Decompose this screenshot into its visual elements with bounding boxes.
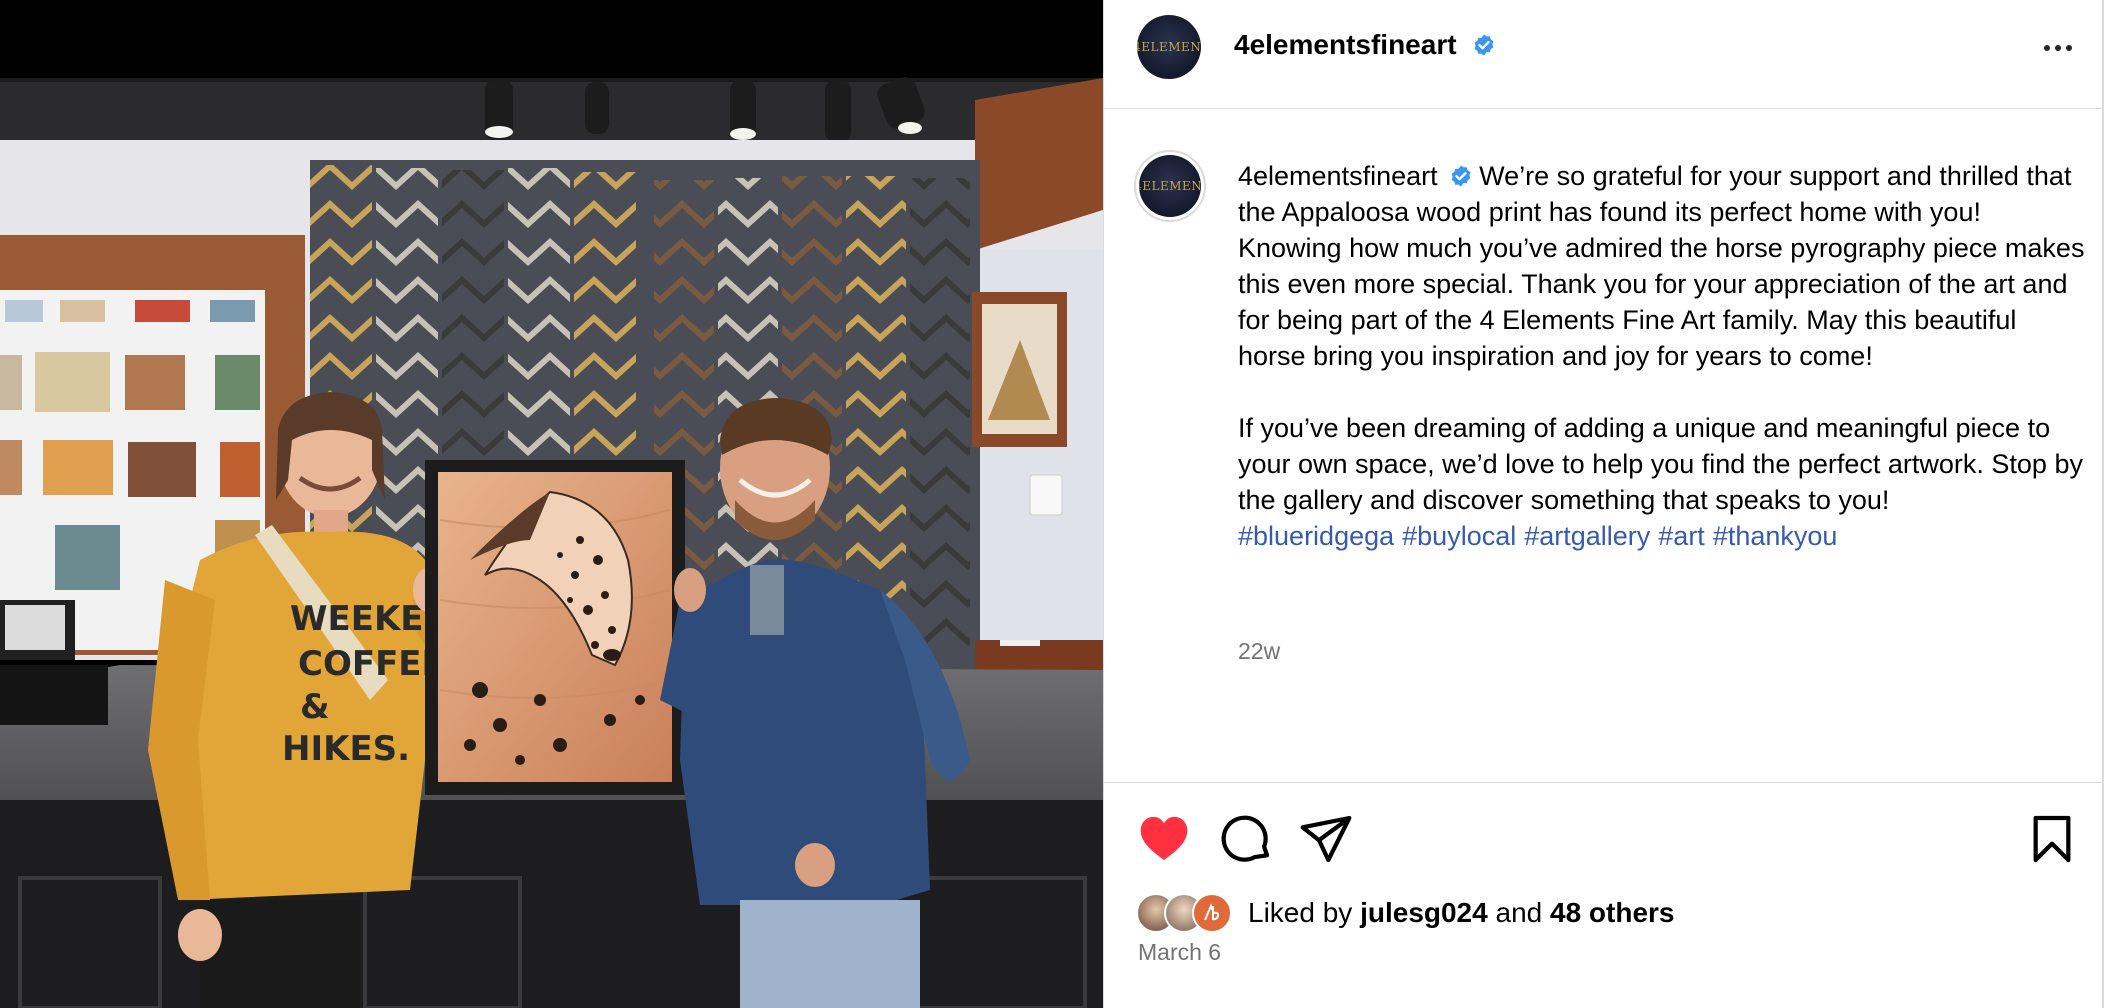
caption-body-1: We’re so grateful for your support and t…	[1238, 161, 2085, 371]
caption-username[interactable]: 4elementsfineart	[1238, 161, 1438, 191]
hashtag-link[interactable]: #artgallery	[1524, 521, 1650, 551]
more-dot	[2055, 45, 2061, 51]
likes-summary[interactable]: Liked by julesg024 and 48 others	[1136, 891, 1675, 935]
svg-text:&: &	[300, 687, 330, 727]
liker-avatars	[1136, 893, 1246, 933]
liked-others[interactable]: 48 others	[1550, 897, 1675, 928]
comment-icon[interactable]	[1218, 811, 1274, 867]
header-username[interactable]: 4elementsfineart	[1234, 29, 1496, 61]
bookmark-icon[interactable]	[2024, 811, 2080, 867]
hashtag-link[interactable]: #thankyou	[1713, 521, 1838, 551]
post-photo[interactable]: WEEKENDS COFFEE & HIKES.	[0, 0, 1103, 1008]
caption-avatar: 44ELEMENTS	[1139, 155, 1201, 217]
heart-icon[interactable]	[1136, 811, 1192, 867]
liked-user[interactable]: julesg024	[1360, 897, 1488, 928]
share-icon[interactable]	[1298, 811, 1354, 867]
liker-avatar-logo	[1204, 903, 1220, 921]
caption-area: 44ELEMENTS 4elementsfineart We’re so gra…	[1104, 110, 2103, 782]
caption-text: 4elementsfineart We’re so grateful for y…	[1238, 158, 2088, 554]
post-header: 44ELEMENTS 4elementsfineart	[1104, 0, 2103, 109]
profile-avatar[interactable]: 44ELEMENTS	[1137, 15, 1201, 79]
hashtag-link[interactable]: #blueridgega	[1238, 521, 1394, 551]
post-detail-panel: 44ELEMENTS 4elementsfineart 44ELEMENTS	[1103, 0, 2104, 1008]
more-dot	[2066, 45, 2072, 51]
header-username-text[interactable]: 4elementsfineart	[1234, 29, 1457, 60]
liked-and: and	[1495, 897, 1543, 928]
caption-time-ago[interactable]: 22w	[1238, 638, 1280, 665]
avatar-logo: 44ELEMENTS	[1139, 171, 1201, 201]
post-date[interactable]: March 6	[1138, 939, 1221, 966]
post-actions: Liked by julesg024 and 48 others March 6	[1104, 782, 2103, 1008]
svg-text:HIKES.: HIKES.	[282, 729, 410, 769]
caption-paragraph-1: 4elementsfineart We’re so grateful for y…	[1238, 158, 2088, 374]
liker-avatar	[1192, 893, 1232, 933]
more-options-icon[interactable]	[2033, 30, 2083, 66]
likes-text: Liked by julesg024 and 48 others	[1248, 897, 1675, 929]
caption-paragraph-2: If you’ve been dreaming of adding a uniq…	[1238, 413, 2083, 515]
hashtag-list: #blueridgega #buylocal #artgallery #art #tha…	[1238, 518, 2088, 554]
verified-badge-icon	[1474, 34, 1494, 56]
verified-badge-icon	[1451, 165, 1471, 187]
liked-prefix: Liked by	[1248, 897, 1353, 928]
post-photo-image: WEEKENDS COFFEE & HIKES.	[0, 0, 1103, 1008]
hashtag-link[interactable]: #buylocal	[1402, 521, 1516, 551]
caption-avatar-ring[interactable]: 44ELEMENTS	[1134, 150, 1206, 222]
more-dot	[2044, 45, 2050, 51]
avatar-logo: 44ELEMENTS	[1137, 32, 1201, 62]
hashtag-link[interactable]: #art	[1658, 521, 1705, 551]
svg-text:COFFEE: COFFEE	[298, 644, 445, 684]
